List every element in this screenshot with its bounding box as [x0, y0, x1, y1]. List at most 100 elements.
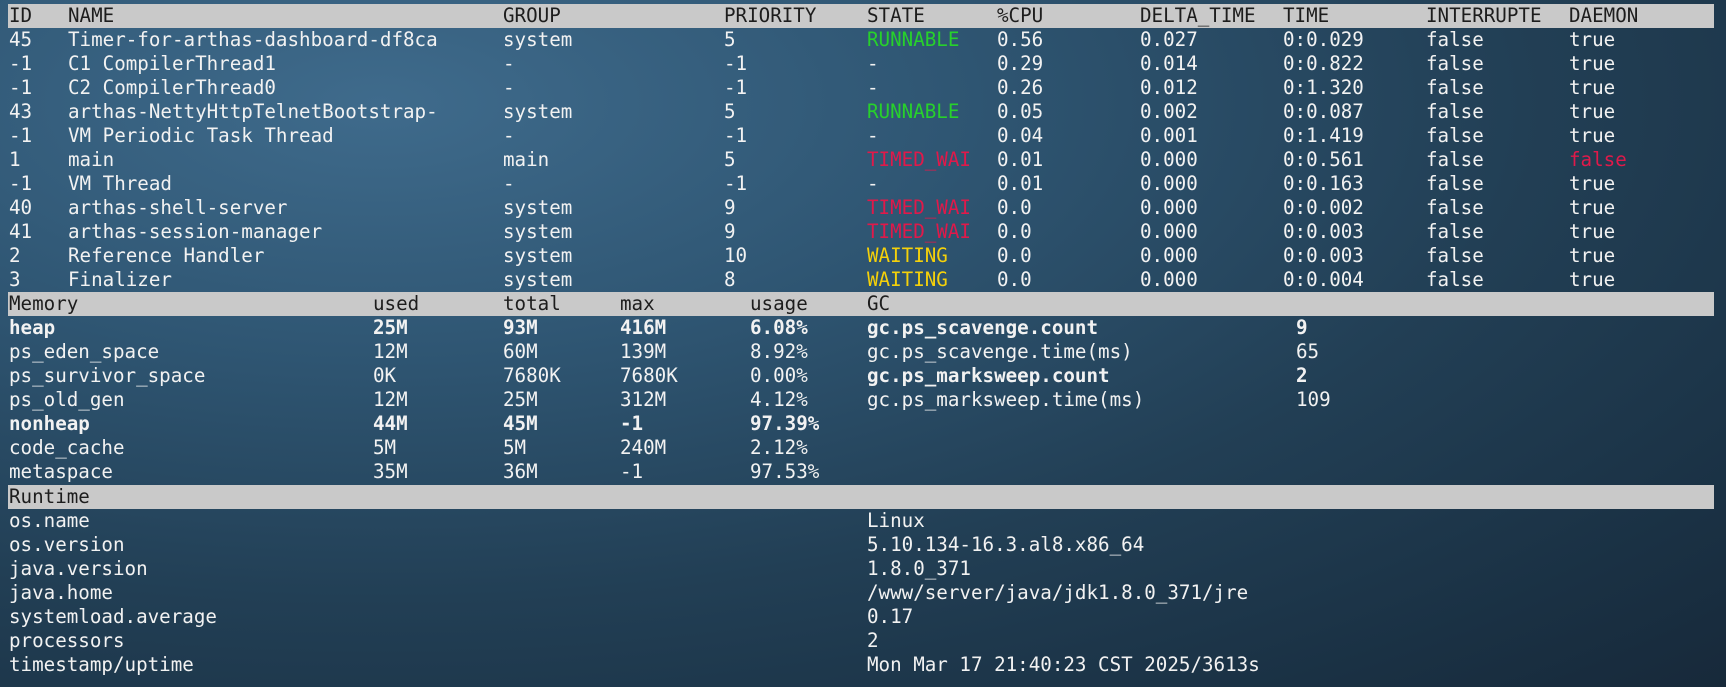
thread-cpu: 0.04	[997, 124, 1044, 147]
thread-priority: -1	[724, 76, 748, 99]
col-header-delta-time: DELTA_TIME	[1140, 4, 1256, 27]
memory-used: 12M	[373, 388, 408, 411]
col-header-interrupted: INTERRUPTE	[1426, 4, 1542, 27]
col-header-state: STATE	[867, 4, 925, 27]
thread-cpu: 0.0	[997, 220, 1032, 243]
thread-daemon: true	[1569, 172, 1616, 195]
memory-usage: 2.12%	[750, 436, 808, 459]
thread-delta-time: 0.000	[1140, 244, 1198, 267]
thread-id: -1	[9, 124, 33, 147]
thread-group: main	[503, 148, 550, 171]
memory-name: nonheap	[9, 412, 90, 435]
thread-interrupted: false	[1426, 268, 1484, 291]
runtime-key: timestamp/uptime	[9, 653, 194, 676]
thread-name: C1 CompilerThread1	[68, 52, 276, 75]
runtime-key: os.version	[9, 533, 125, 556]
thread-name: VM Periodic Task Thread	[68, 124, 334, 147]
thread-row: -1 C2 CompilerThread0 - -1 - 0.26 0.012 0:1.320…	[0, 76, 1726, 100]
memory-used: 0K	[373, 364, 397, 387]
memory-used: 12M	[373, 340, 408, 363]
thread-priority: 5	[724, 28, 736, 51]
memory-row: ps_survivor_space 0K 7680K 7680K 0.00% gc.ps_…	[0, 364, 1726, 388]
thread-id: 40	[9, 196, 33, 219]
memory-total: 7680K	[503, 364, 561, 387]
thread-daemon: true	[1569, 76, 1616, 99]
thread-delta-time: 0.002	[1140, 100, 1198, 123]
thread-name: arthas-session-manager	[68, 220, 323, 243]
memory-max: 139M	[620, 340, 667, 363]
thread-row: -1 VM Thread - -1 - 0.01 0.000 0:0.163 false true	[0, 172, 1726, 196]
thread-cpu: 0.0	[997, 268, 1032, 291]
memory-used: 35M	[373, 460, 408, 483]
memory-used: 5M	[373, 436, 397, 459]
thread-name: arthas-NettyHttpTelnetBootstrap-	[68, 100, 438, 123]
memory-table-header: Memory used total max usage GC	[8, 292, 1714, 316]
thread-name: main	[68, 148, 115, 171]
arthas-dashboard-terminal: ID NAME GROUP PRIORITY STATE %CPU DELTA_…	[0, 0, 1726, 687]
runtime-row: os.version 5.10.134-16.3.al8.x86_64	[0, 533, 1726, 557]
memory-row: metaspace 35M 36M -1 97.53%	[0, 460, 1726, 484]
thread-delta-time: 0.000	[1140, 196, 1198, 219]
col-header-usage: usage	[750, 292, 808, 315]
thread-daemon: true	[1569, 196, 1616, 219]
gc-metric-name: gc.ps_scavenge.time(ms)	[867, 340, 1133, 363]
thread-row: 45 Timer-for-arthas-dashboard-df8ca system…	[0, 28, 1726, 52]
thread-daemon: true	[1569, 100, 1616, 123]
runtime-value: 0.17	[867, 605, 914, 628]
thread-priority: -1	[724, 124, 748, 147]
thread-interrupted: false	[1426, 52, 1484, 75]
thread-delta-time: 0.000	[1140, 268, 1198, 291]
gc-metric-value: 9	[1296, 316, 1308, 339]
thread-cpu: 0.0	[997, 196, 1032, 219]
thread-group: -	[503, 172, 515, 195]
runtime-value: Mon Mar 17 21:40:23 CST 2025/3613s	[867, 653, 1260, 676]
thread-name: Reference Handler	[68, 244, 265, 267]
runtime-value: 5.10.134-16.3.al8.x86_64	[867, 533, 1145, 556]
thread-name: C2 CompilerThread0	[68, 76, 276, 99]
memory-max: -1	[620, 412, 644, 435]
thread-cpu: 0.26	[997, 76, 1044, 99]
col-header-used: used	[373, 292, 420, 315]
thread-group: system	[503, 196, 573, 219]
thread-cpu: 0.01	[997, 172, 1044, 195]
memory-usage: 8.92%	[750, 340, 808, 363]
runtime-row: systemload.average 0.17	[0, 605, 1726, 629]
thread-interrupted: false	[1426, 148, 1484, 171]
runtime-value: 1.8.0_371	[867, 557, 971, 580]
thread-state: WAITING	[867, 268, 948, 291]
thread-interrupted: false	[1426, 244, 1484, 267]
thread-id: -1	[9, 52, 33, 75]
thread-delta-time: 0.000	[1140, 172, 1198, 195]
thread-delta-time: 0.027	[1140, 28, 1198, 51]
runtime-row: processors 2	[0, 629, 1726, 653]
col-header-group: GROUP	[503, 4, 561, 27]
thread-id: -1	[9, 172, 33, 195]
thread-cpu: 0.29	[997, 52, 1044, 75]
thread-daemon: true	[1569, 244, 1616, 267]
runtime-section-header: Runtime	[8, 485, 1714, 509]
col-header-id: ID	[9, 4, 33, 27]
thread-priority: 9	[724, 220, 736, 243]
thread-time: 0:0.822	[1283, 52, 1364, 75]
gc-metric-name: gc.ps_scavenge.count	[867, 316, 1099, 339]
memory-total: 93M	[503, 316, 538, 339]
thread-daemon: true	[1569, 52, 1616, 75]
thread-delta-time: 0.000	[1140, 220, 1198, 243]
thread-priority: 5	[724, 148, 736, 171]
thread-id: 2	[9, 244, 21, 267]
runtime-title: Runtime	[9, 485, 90, 508]
thread-cpu: 0.01	[997, 148, 1044, 171]
memory-used: 44M	[373, 412, 408, 435]
runtime-row: os.name Linux	[0, 509, 1726, 533]
memory-name: ps_eden_space	[9, 340, 160, 363]
thread-interrupted: false	[1426, 28, 1484, 51]
gc-metric-value: 2	[1296, 364, 1308, 387]
thread-state: -	[867, 76, 879, 99]
thread-group: system	[503, 100, 573, 123]
thread-group: -	[503, 124, 515, 147]
memory-max: 312M	[620, 388, 667, 411]
thread-priority: 10	[724, 244, 748, 267]
thread-interrupted: false	[1426, 172, 1484, 195]
memory-name: ps_old_gen	[9, 388, 125, 411]
memory-max: 7680K	[620, 364, 678, 387]
